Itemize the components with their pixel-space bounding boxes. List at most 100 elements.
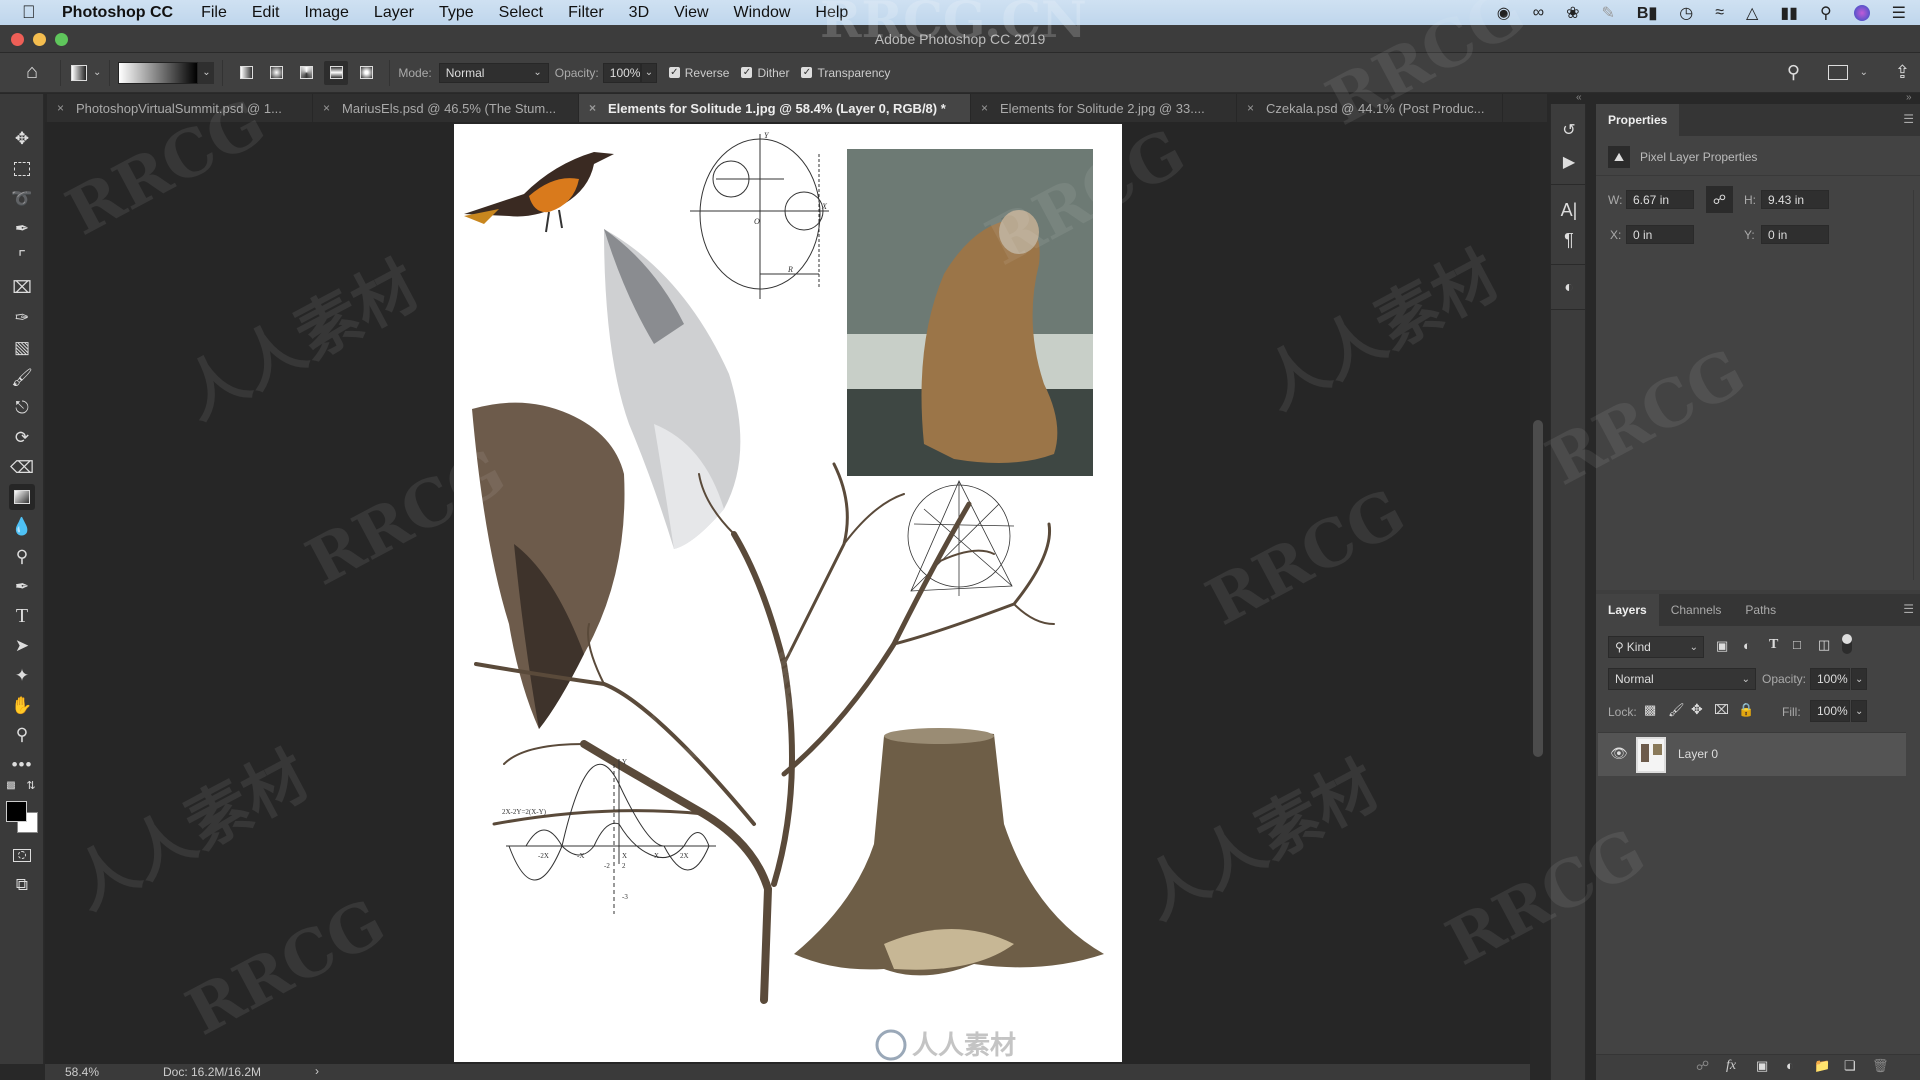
tab-mariusels[interactable]: × MariusEls.psd @ 46.5% (The Stum... <box>313 94 579 122</box>
close-tab-icon[interactable]: × <box>1247 101 1254 115</box>
close-tab-icon[interactable]: × <box>57 101 64 115</box>
new-layer-icon[interactable]: ❏ <box>1844 1058 1856 1074</box>
battery-icon[interactable]: ▮▮ <box>1780 3 1798 23</box>
panel-menu-icon[interactable]: ☰ <box>1903 112 1914 126</box>
foreground-color-swatch[interactable] <box>6 801 27 822</box>
bi-icon[interactable]: B▮ <box>1637 3 1657 23</box>
chevron-down-icon[interactable]: ⌄ <box>1860 67 1868 78</box>
vertical-scrollbar[interactable] <box>1533 420 1543 757</box>
menu-edit[interactable]: Edit <box>252 4 280 22</box>
link-dimensions-button[interactable]: ☍ <box>1706 186 1733 213</box>
home-button[interactable]: ⌂ <box>12 61 52 84</box>
linear-gradient-button[interactable] <box>234 61 258 85</box>
menu-select[interactable]: Select <box>499 4 543 22</box>
clone-stamp-tool-icon[interactable]: ⎋ <box>9 395 35 421</box>
menu-filter[interactable]: Filter <box>568 4 604 22</box>
screen-record-icon[interactable]: ◉ <box>1497 3 1511 23</box>
swap-colors-icon[interactable]: ⇅ <box>24 778 38 792</box>
panel-menu-icon[interactable]: ☰ <box>1903 602 1914 616</box>
filter-smart-object-icon[interactable]: ◫ <box>1818 637 1830 653</box>
tab-properties[interactable]: Properties <box>1596 104 1680 136</box>
search-icon[interactable]: ⚲ <box>1787 62 1800 83</box>
lock-all-icon[interactable]: 🔒 <box>1738 702 1754 718</box>
move-tool-icon[interactable]: ✥ <box>9 126 35 152</box>
tab-czekala[interactable]: × Czekala.psd @ 44.1% (Post Produc... <box>1237 94 1503 122</box>
menu-help[interactable]: Help <box>815 4 848 22</box>
close-tab-icon[interactable]: × <box>589 101 596 115</box>
radial-gradient-button[interactable] <box>264 61 288 85</box>
gradient-dropdown-button[interactable]: ⌄ <box>198 61 215 84</box>
filter-shape-icon[interactable]: □ <box>1793 637 1801 652</box>
filter-type-icon[interactable]: T <box>1769 637 1778 653</box>
spotlight-icon[interactable]: ⚲ <box>1820 3 1832 23</box>
lasso-tool-icon[interactable]: ➰ <box>9 186 35 212</box>
menu-image[interactable]: Image <box>304 4 348 22</box>
trash-icon[interactable]: 🗑 <box>1872 1058 1889 1074</box>
menu-file[interactable]: File <box>201 4 227 22</box>
filter-adjustment-icon[interactable]: ◐ <box>1743 638 1751 653</box>
path-selection-tool-icon[interactable]: ➤ <box>9 633 35 659</box>
menu-3d[interactable]: 3D <box>629 4 649 22</box>
reflected-gradient-button[interactable] <box>324 60 349 85</box>
blur-tool-icon[interactable]: 💧 <box>9 514 35 540</box>
actions-panel-icon[interactable]: ▶ <box>1557 150 1581 174</box>
adjustments-panel-icon[interactable]: ◐ <box>1557 276 1581 300</box>
custom-shape-tool-icon[interactable]: ✦ <box>9 663 35 689</box>
tab-elements-for-solitude-2[interactable]: × Elements for Solitude 2.jpg @ 33.... <box>971 94 1237 122</box>
tab-photoshopvirtualsummit[interactable]: × PhotoshopVirtualSummit.psd @ 1... <box>47 94 313 122</box>
tab-paths[interactable]: Paths <box>1733 594 1788 626</box>
dither-checkbox[interactable]: ✓ Dither <box>741 66 789 80</box>
type-tool-icon[interactable]: T <box>9 603 35 629</box>
siri-icon[interactable] <box>1853 4 1870 21</box>
gradient-picker[interactable]: ⌄ <box>118 61 215 84</box>
marquee-tool-icon[interactable] <box>9 156 35 182</box>
link-layers-icon[interactable]: ☍ <box>1696 1058 1709 1074</box>
menu-window[interactable]: Window <box>734 4 791 22</box>
transparency-checkbox[interactable]: ✓ Transparency <box>801 66 890 80</box>
filter-toggle[interactable] <box>1842 634 1852 654</box>
visibility-eye-icon[interactable]: 👁 <box>1610 745 1628 762</box>
menu-layer[interactable]: Layer <box>374 4 414 22</box>
gradient-tool-icon[interactable] <box>9 484 35 510</box>
lock-image-pixels-icon[interactable]: 🖌 <box>1668 702 1685 718</box>
healing-brush-tool-icon[interactable]: ▧ <box>9 335 35 361</box>
add-mask-icon[interactable]: ▣ <box>1756 1058 1768 1074</box>
new-adjustment-layer-icon[interactable]: ◐ <box>1786 1058 1794 1073</box>
lock-position-icon[interactable]: ✥ <box>1691 701 1703 718</box>
fx-icon[interactable]: fx <box>1726 1058 1736 1074</box>
status-menu-arrow[interactable]: › <box>315 1064 319 1078</box>
time-machine-icon[interactable]: ◷ <box>1679 3 1693 23</box>
frame-tool-icon[interactable]: ⌧ <box>9 275 35 301</box>
fill-dropdown[interactable]: ⌄ <box>1851 700 1867 722</box>
tab-elements-for-solitude-1[interactable]: × Elements for Solitude 1.jpg @ 58.4% (La… <box>579 94 971 122</box>
layer-opacity-input[interactable]: 100% <box>1810 668 1850 690</box>
notification-list-icon[interactable]: ☰ <box>1892 3 1906 23</box>
layer-opacity-dropdown[interactable]: ⌄ <box>1851 668 1867 690</box>
brush-tool-icon[interactable]: 🖌 <box>9 365 35 391</box>
muted-app-icon[interactable]: ✎ <box>1602 3 1615 23</box>
creative-cloud-icon[interactable]: ∞ <box>1533 4 1544 22</box>
menu-app-name[interactable]: Photoshop CC <box>62 4 173 22</box>
document-canvas[interactable]: Y X O R 2X-2Y=2(X-Y) -2X -X X X 2X -2 2 … <box>454 124 1122 1062</box>
new-group-folder-icon[interactable]: 📁 <box>1814 1058 1830 1074</box>
close-tab-icon[interactable]: × <box>981 101 988 115</box>
blend-mode-select[interactable]: Normal ⌄ <box>1608 668 1756 690</box>
tab-channels[interactable]: Channels <box>1659 594 1734 626</box>
history-brush-tool-icon[interactable]: ⟳ <box>9 425 35 451</box>
menu-view[interactable]: View <box>674 4 708 22</box>
lock-artboard-icon[interactable]: ⌧ <box>1714 702 1729 718</box>
mode-select[interactable]: Normal ⌄ <box>438 62 549 83</box>
height-input[interactable]: 9.43 in <box>1761 190 1829 209</box>
diamond-gradient-button[interactable] <box>354 61 378 85</box>
airplay-icon[interactable]: △ <box>1746 3 1758 23</box>
expand-panels-icon[interactable]: » <box>1906 92 1912 103</box>
quick-mask-icon[interactable] <box>9 842 35 868</box>
x-input[interactable]: 0 in <box>1626 225 1694 244</box>
more-tools-icon[interactable]: ••• <box>9 752 35 778</box>
layer-name[interactable]: Layer 0 <box>1678 747 1718 761</box>
history-panel-icon[interactable]: ↺ <box>1557 118 1581 142</box>
pen-tool-icon[interactable]: ✒ <box>9 574 35 600</box>
width-input[interactable]: 6.67 in <box>1626 190 1694 209</box>
y-input[interactable]: 0 in <box>1761 225 1829 244</box>
opacity-input[interactable]: 100% <box>602 62 641 83</box>
